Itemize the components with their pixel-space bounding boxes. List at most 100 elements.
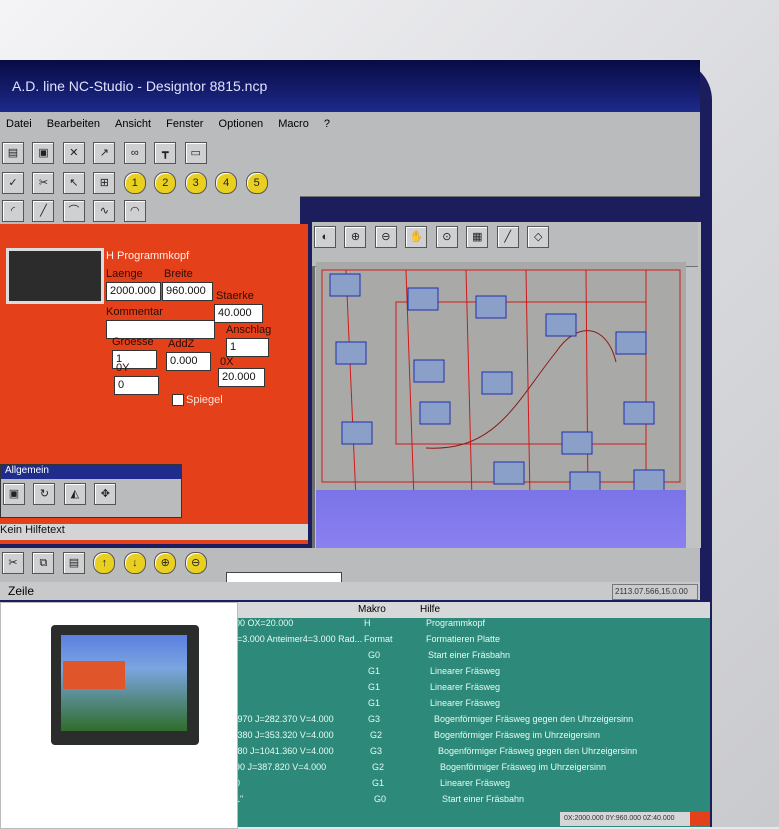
cut-icon[interactable]: ✂ xyxy=(32,172,55,194)
row-makro: G3 xyxy=(368,714,381,724)
row-code: 890 J=387.820 V=4.000 xyxy=(230,762,327,772)
row-hilfe: Linearer Fräsweg xyxy=(430,698,501,708)
zoom-out-icon[interactable]: ⊖ xyxy=(374,226,397,248)
laenge-field[interactable]: 2000.000 xyxy=(106,282,161,301)
polygon-icon[interactable]: ◇ xyxy=(527,226,550,248)
arc2-icon[interactable]: ◠ xyxy=(123,200,146,222)
grid-icon[interactable]: ⊞ xyxy=(93,172,116,194)
pan-icon[interactable]: ✋ xyxy=(405,226,428,248)
line-icon[interactable]: ╱ xyxy=(32,200,55,222)
status-indicator xyxy=(690,812,710,826)
staerke-field[interactable]: 40.000 xyxy=(214,304,263,323)
rotate-icon[interactable]: ↻ xyxy=(33,483,56,505)
spiegel-label: Spiegel xyxy=(186,394,223,406)
anschlag-select[interactable]: 1 xyxy=(226,338,269,357)
ox-label: 0X xyxy=(220,356,234,368)
macro-1-icon[interactable]: 1 xyxy=(123,172,146,194)
breite-field[interactable]: 960.000 xyxy=(162,282,213,301)
breite-label: Breite xyxy=(164,268,193,280)
status-coordinates: 2113.07.566,15.0.00 xyxy=(612,584,698,600)
insert-icon[interactable]: ⊕ xyxy=(154,552,177,574)
column-hilfe[interactable]: Hilfe xyxy=(420,604,440,615)
menu-bar: Datei Bearbeiten Ansicht Fenster Optione… xyxy=(0,112,700,139)
row-makro: H xyxy=(364,618,371,628)
cut-line-icon[interactable]: ✂ xyxy=(2,552,24,574)
up-icon[interactable]: ↑ xyxy=(93,552,116,574)
row-makro: G3 xyxy=(370,746,383,756)
copy-icon[interactable]: ⧉ xyxy=(32,552,55,574)
row-makro: G0 xyxy=(368,650,381,660)
title-bar: A.D. line NC-Studio - Designtor 8815.ncp xyxy=(0,60,700,112)
mirror-icon[interactable]: ◭ xyxy=(63,483,86,505)
menu-macro[interactable]: Macro xyxy=(278,118,309,130)
view-icon[interactable]: ◐ xyxy=(314,226,336,248)
macro-2-icon[interactable]: 2 xyxy=(154,172,177,194)
snap-icon[interactable]: ⊙ xyxy=(435,226,458,248)
row-hilfe: Linearer Fräsweg xyxy=(440,778,511,788)
row-hilfe: Start einer Fräsbahn xyxy=(428,650,511,660)
menu-optionen[interactable]: Optionen xyxy=(219,118,264,130)
cursor-icon[interactable]: ↖ xyxy=(62,172,85,194)
groesse-label: Groesse xyxy=(112,336,154,348)
menu-datei[interactable]: Datei xyxy=(6,118,32,130)
cad-canvas[interactable] xyxy=(316,262,686,501)
menu-help[interactable]: ? xyxy=(324,118,330,130)
measure-icon[interactable]: ∞ xyxy=(123,142,146,164)
drill-icon[interactable]: ┳ xyxy=(154,142,177,164)
column-makro[interactable]: Makro xyxy=(358,604,386,615)
arc-icon[interactable]: ◜ xyxy=(2,200,24,222)
row-hilfe: Programmkopf xyxy=(426,618,486,628)
laenge-label: Laenge xyxy=(106,268,143,280)
zeile-bar: Zeile xyxy=(0,582,700,600)
inset-orange-panel xyxy=(63,661,125,689)
open-icon[interactable]: ▤ xyxy=(2,142,24,164)
row-code: .480 J=1041.360 V=4.000 xyxy=(230,746,334,756)
row-hilfe: Linearer Fräsweg xyxy=(430,682,501,692)
curve-icon[interactable]: ∿ xyxy=(93,200,116,222)
row-hilfe: Start einer Fräsbahn xyxy=(442,794,525,804)
panel-header: H Programmkopf xyxy=(106,250,190,262)
staerke-label: Staerke xyxy=(216,290,254,302)
row-code: 4.970 J=282.370 V=4.000 xyxy=(230,714,334,724)
rect-icon[interactable]: ▭ xyxy=(184,142,207,164)
drawing-toolbar: ◐ ⊕ ⊖ ✋ ⊙ ▦ ╱ ◇ xyxy=(312,222,698,267)
row-code: i3=3.000 Anteimer4=3.000 Rad... xyxy=(230,634,363,644)
anschlag-label: Anschlag xyxy=(226,324,272,336)
list-toolbar: ✂ ⧉ ▤ ↑ ↓ ⊕ ⊖ xyxy=(0,548,700,583)
tool-icon[interactable]: ✕ xyxy=(62,142,85,164)
row-makro: G1 xyxy=(368,682,381,692)
macro-5-icon[interactable]: 5 xyxy=(245,172,268,194)
toolbar-draw: ◜ ╱ ⌒ ∿ ◠ xyxy=(0,196,300,225)
row-hilfe: Formatieren Platte xyxy=(426,634,501,644)
layer-icon[interactable]: ▦ xyxy=(466,226,489,248)
line-tool-icon[interactable]: ╱ xyxy=(496,226,519,248)
addz-label: AddZ xyxy=(168,338,195,350)
down-icon[interactable]: ↓ xyxy=(123,552,146,574)
row-makro: G1 xyxy=(372,778,385,788)
cad-drawing xyxy=(321,269,681,501)
menu-fenster[interactable]: Fenster xyxy=(166,118,203,130)
row-hilfe: Linearer Fräsweg xyxy=(430,666,501,676)
select-icon[interactable]: ↗ xyxy=(93,142,116,164)
menu-ansicht[interactable]: Ansicht xyxy=(115,118,151,130)
panel-preview-image xyxy=(6,248,104,304)
ox-field[interactable]: 20.000 xyxy=(218,368,265,387)
save-icon[interactable]: ▣ xyxy=(32,142,55,164)
move-icon[interactable]: ✥ xyxy=(94,483,117,505)
macro-3-icon[interactable]: 3 xyxy=(184,172,207,194)
macro-4-icon[interactable]: 4 xyxy=(215,172,238,194)
oy-field[interactable]: 0 xyxy=(114,376,159,395)
list-header: Makro Hilfe xyxy=(230,602,710,619)
polyline-icon[interactable]: ⌒ xyxy=(62,200,85,222)
frame-icon[interactable]: ▣ xyxy=(3,483,25,505)
addz-field[interactable]: 0.000 xyxy=(166,352,211,371)
program-list[interactable]: 000 OX=20.000 H Programmkopf i3=3.000 An… xyxy=(230,618,710,827)
paste-icon[interactable]: ▤ xyxy=(62,552,85,574)
row-hilfe: Bogenförmiger Fräsweg gegen den Uhrzeige… xyxy=(438,746,638,756)
zoom-icon[interactable]: ⊕ xyxy=(344,226,367,248)
toolbar-secondary: ✓ ✂ ↖ ⊞ 1 2 3 4 5 xyxy=(0,168,700,197)
stop-icon[interactable]: ⊖ xyxy=(184,552,207,574)
spiegel-checkbox[interactable] xyxy=(172,394,184,406)
menu-bearbeiten[interactable]: Bearbeiten xyxy=(47,118,100,130)
check-icon[interactable]: ✓ xyxy=(2,172,24,194)
